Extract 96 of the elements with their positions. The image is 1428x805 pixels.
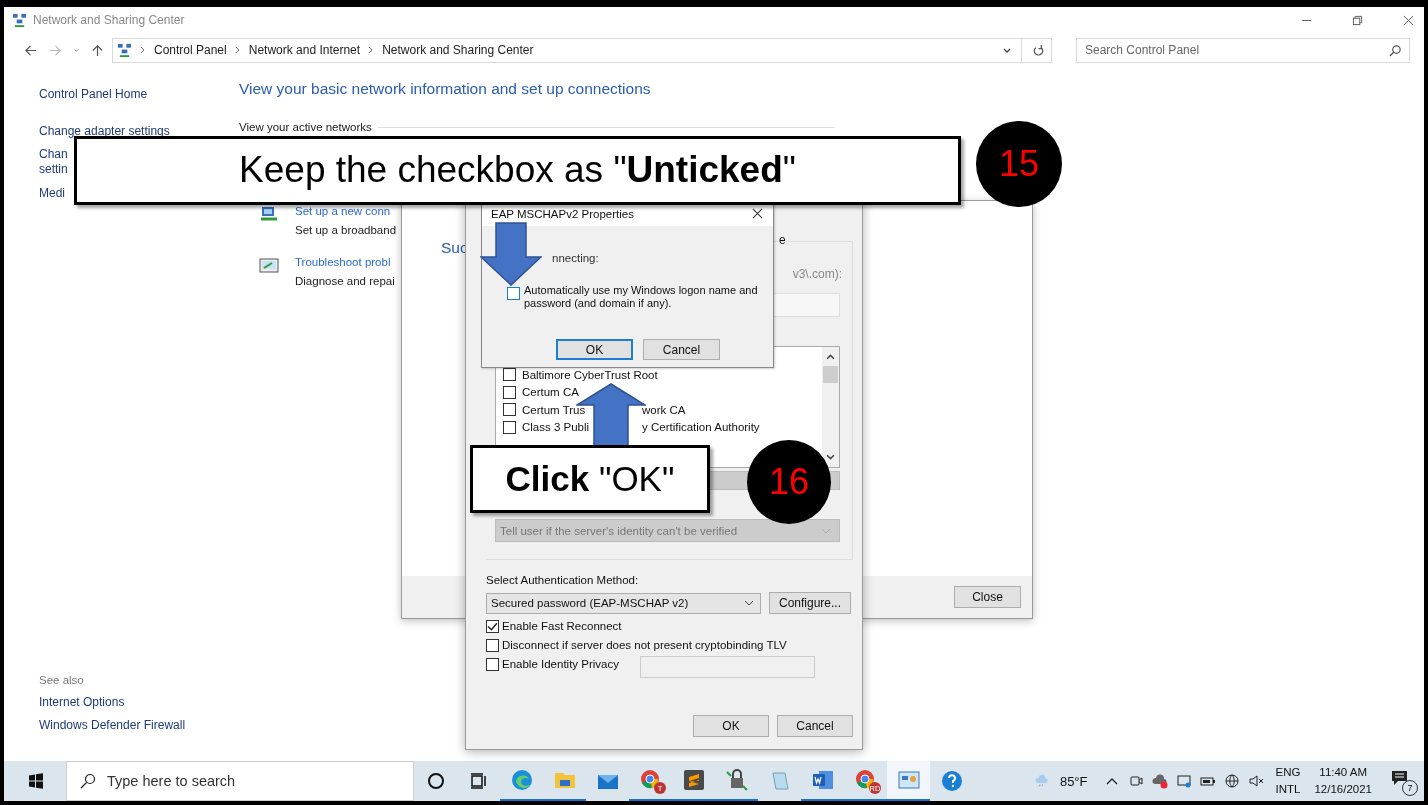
chevron-up-icon[interactable] xyxy=(826,353,835,360)
option-label: Automatically use my Windows logon name and password (and domain if any). xyxy=(524,284,759,310)
task-description: Set up a broadband xyxy=(295,224,397,236)
ok-button[interactable]: OK xyxy=(693,715,769,737)
certificate-label: y Certification Authority xyxy=(642,421,760,434)
restore-icon[interactable] xyxy=(1352,14,1363,26)
checkbox[interactable] xyxy=(503,368,516,382)
network-icon xyxy=(12,12,27,28)
chevron-right-icon xyxy=(234,46,241,54)
see-also-link[interactable]: Internet Options xyxy=(39,695,125,709)
breadcrumb[interactable]: Network and Sharing Center xyxy=(382,43,534,57)
windows-logo-icon[interactable] xyxy=(28,773,44,789)
up-arrow-icon[interactable] xyxy=(91,43,104,57)
sidebar-link[interactable]: Change adapter settings xyxy=(39,124,170,139)
clock-time[interactable]: 11:40 AM xyxy=(1319,764,1368,781)
window-title: Network and Sharing Center xyxy=(33,13,185,27)
ok-button[interactable]: OK xyxy=(556,339,633,360)
checkbox[interactable] xyxy=(503,385,516,399)
scrollbar[interactable] xyxy=(822,347,839,467)
sidebar-link[interactable]: Control Panel Home xyxy=(39,87,148,102)
camera-icon[interactable] xyxy=(1127,773,1144,789)
see-also-link[interactable]: Windows Defender Firewall xyxy=(39,718,186,732)
taskbar-search-field[interactable]: Type here to search xyxy=(66,761,414,801)
task-link[interactable]: Set up a new conn xyxy=(295,205,397,217)
speaker-muted-icon[interactable] xyxy=(1247,773,1264,789)
chevron-right-icon xyxy=(368,46,375,54)
field-label: Select Authentication Method: xyxy=(486,574,640,586)
temperature[interactable]: 85°F xyxy=(1059,773,1088,789)
back-arrow-icon[interactable] xyxy=(24,43,37,57)
chevron-down-icon[interactable] xyxy=(1003,46,1011,54)
configure-button[interactable]: Configure... xyxy=(769,592,851,614)
dropdown[interactable]: Secured password (EAP-MSCHAP v2) xyxy=(486,592,761,614)
code-editor-icon xyxy=(681,768,706,792)
clock-date[interactable]: 12/16/2021 xyxy=(1314,781,1372,798)
chevron-down-icon xyxy=(744,600,754,606)
sidebar-link[interactable]: Chan xyxy=(39,147,68,162)
checkbox[interactable] xyxy=(486,638,499,652)
network-icon xyxy=(117,42,132,58)
checkbox[interactable] xyxy=(486,619,499,633)
display-icon[interactable] xyxy=(1175,773,1192,789)
cancel-button[interactable]: Cancel xyxy=(777,715,853,737)
refresh-icon[interactable] xyxy=(1032,43,1045,57)
language-indicator[interactable]: ENG xyxy=(1275,764,1301,781)
page-heading: View your basic network information and set up connections xyxy=(239,80,652,98)
breadcrumb[interactable]: Control Panel xyxy=(154,43,227,57)
checkbox[interactable] xyxy=(503,420,516,434)
certificate-label: Class 3 Publi xyxy=(522,421,591,434)
sidebar-link[interactable]: settin xyxy=(39,162,68,177)
cloud-error-icon[interactable] xyxy=(1151,773,1168,789)
certificate-label: Baltimore CyberTrust Root xyxy=(522,368,658,381)
certificate-label: Certum CA xyxy=(522,386,579,399)
cancel-button[interactable]: Cancel xyxy=(643,339,720,360)
search-icon xyxy=(80,773,96,789)
chevron-down-icon[interactable] xyxy=(826,454,835,461)
globe-icon[interactable] xyxy=(1223,773,1240,789)
instruction-callout: Keep the checkbox as "Unticked" xyxy=(74,136,961,205)
lock-icon xyxy=(724,768,749,792)
chevron-down-icon xyxy=(821,527,831,534)
language-indicator[interactable]: INTL xyxy=(1275,781,1301,798)
close-button[interactable]: Close xyxy=(954,586,1021,608)
prompt-label: nnecting: xyxy=(552,252,599,264)
notification-icon[interactable] xyxy=(1390,768,1410,788)
monitor-icon xyxy=(259,256,279,276)
search-field[interactable]: Search Control Panel xyxy=(1076,37,1410,63)
checkbox[interactable] xyxy=(503,403,516,417)
task-link[interactable]: Troubleshoot probl xyxy=(295,256,395,268)
checkbox[interactable] xyxy=(507,287,520,300)
search-icon xyxy=(1389,43,1402,57)
task-description: Diagnose and repai xyxy=(295,275,395,287)
address-bar[interactable]: Control Panel Network and Internet Network and Sharing Center xyxy=(112,37,1052,63)
down-arrow xyxy=(480,222,542,286)
checkbox[interactable] xyxy=(486,657,499,671)
document-icon xyxy=(810,768,835,792)
close-icon[interactable] xyxy=(1403,14,1414,26)
chevron-right-icon xyxy=(140,46,146,54)
cloud-rain-icon xyxy=(1033,773,1050,789)
certificate-label: work CA xyxy=(642,403,686,416)
step-number: 15 xyxy=(976,121,1062,207)
breadcrumb[interactable]: Network and Internet xyxy=(248,43,361,57)
field-label: v3\.com): xyxy=(792,267,842,281)
option-label: Enable Identity Privacy xyxy=(502,658,619,670)
control-panel-icon xyxy=(896,768,921,792)
section-label: View your active networks xyxy=(239,121,372,133)
option-label: Disconnect if server does not present cryptobinding TLV xyxy=(502,639,787,651)
sidebar-link[interactable]: Medi xyxy=(39,186,65,201)
option-label: Enable Fast Reconnect xyxy=(502,620,622,632)
close-icon[interactable] xyxy=(752,208,763,219)
see-also-heading: See also xyxy=(39,674,84,686)
help-icon xyxy=(939,769,964,793)
identity-field[interactable] xyxy=(640,656,815,678)
dialog-title: EAP MSCHAPv2 Properties xyxy=(491,207,635,220)
certificate-label: Certum Trus xyxy=(522,403,587,416)
notification-count: 7 xyxy=(1402,780,1418,796)
browser-icon xyxy=(509,768,534,792)
instruction-callout: Click "OK" xyxy=(470,445,710,513)
scrollbar-thumb[interactable] xyxy=(823,366,838,383)
